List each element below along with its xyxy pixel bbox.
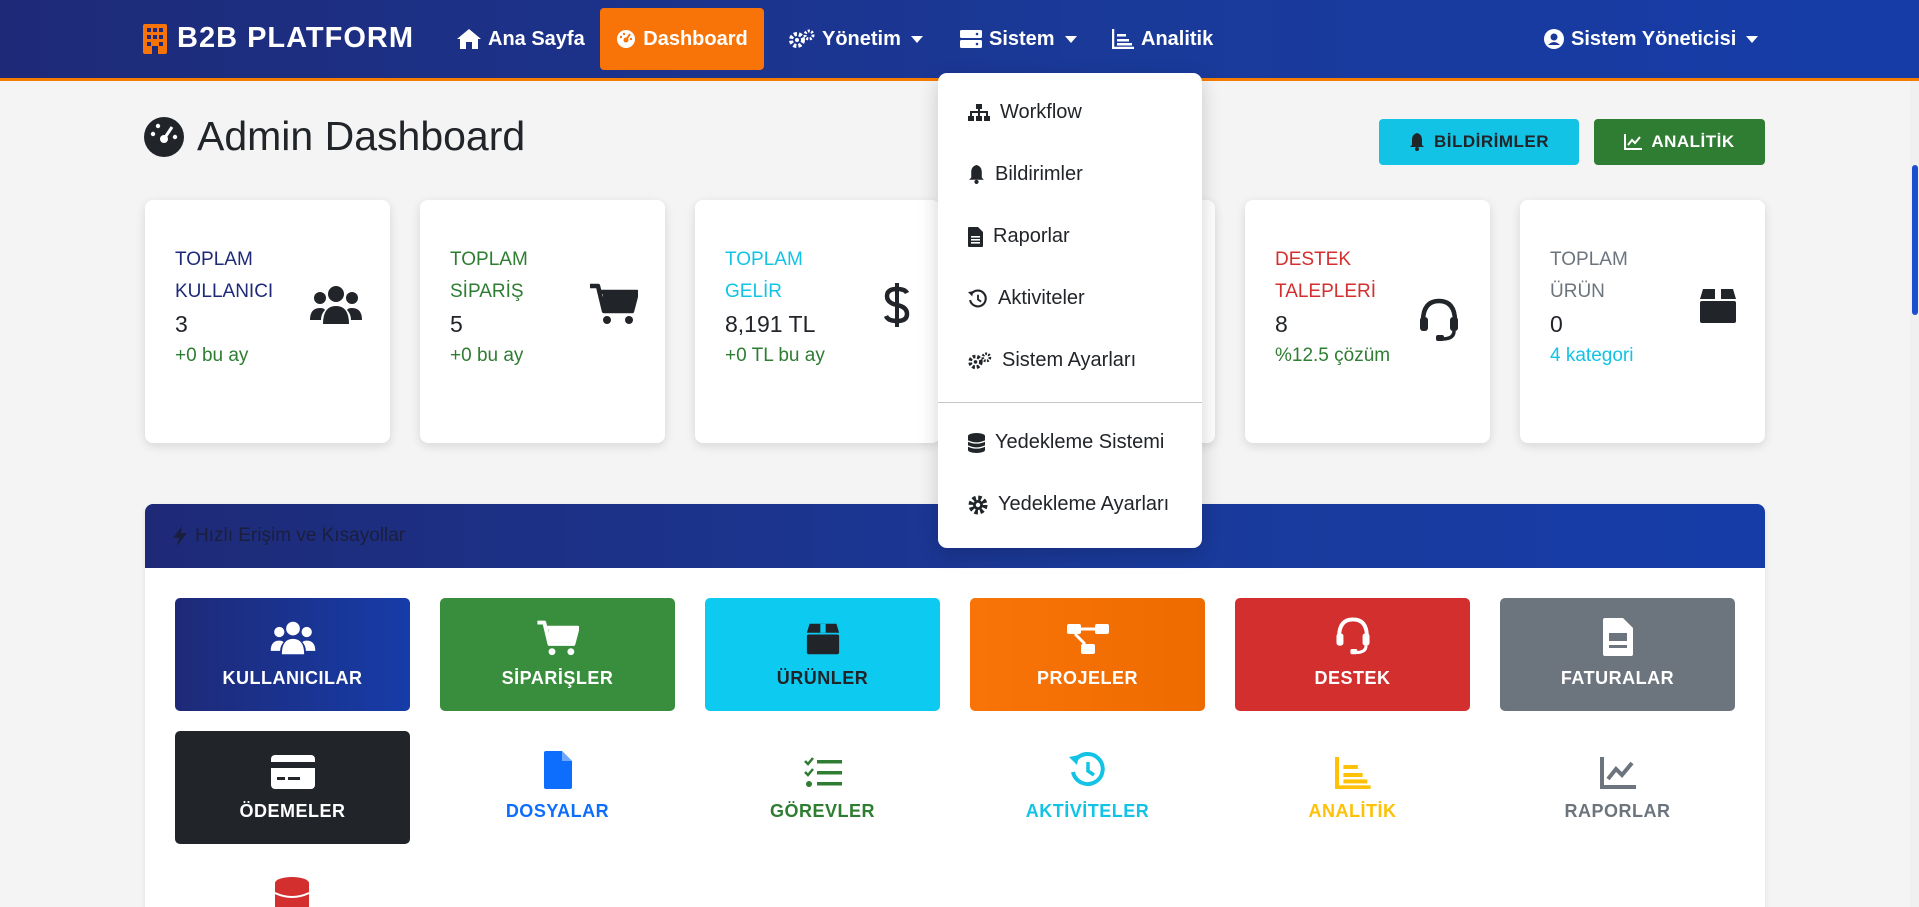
notifications-button[interactable]: BİLDİRİMLER (1379, 119, 1579, 165)
tile-projeler[interactable]: PROJELER (970, 598, 1205, 711)
stat-label: TOPLAM GELİR (725, 249, 803, 302)
bell-icon (1409, 133, 1424, 151)
dollar-icon (883, 283, 910, 327)
history-icon (1068, 752, 1105, 786)
cogs-icon (789, 29, 815, 48)
tile-urunler[interactable]: ÜRÜNLER (705, 598, 940, 711)
stat-sub: %12.5 çözüm (1275, 345, 1391, 366)
analytics-button[interactable]: ANALİTİK (1594, 119, 1765, 165)
chart-bar-icon (1334, 757, 1371, 789)
users-icon (270, 621, 315, 655)
stat-value: 8 (1275, 311, 1288, 337)
top-navbar: B2B PLATFORM Ana Sayfa Dashboard Yönetim… (0, 0, 1919, 81)
project-diagram-icon (1066, 624, 1109, 654)
stat-sub: +0 bu ay (450, 345, 524, 366)
tile-odemeler[interactable]: ÖDEMELER (175, 731, 410, 844)
tile-faturalar[interactable]: FATURALAR (1500, 598, 1735, 711)
tile-kullanicilar[interactable]: KULLANICILAR (175, 598, 410, 711)
chart-line-icon (1599, 757, 1636, 789)
nav-analitik[interactable]: Analitik (1098, 8, 1227, 70)
home-icon (457, 29, 481, 49)
stat-value: 0 (1550, 311, 1563, 337)
credit-card-icon (270, 755, 315, 789)
page-scrollbar[interactable] (1910, 81, 1919, 907)
headset-icon (1420, 298, 1458, 341)
chevron-down-icon (910, 35, 923, 43)
stat-card-revenue: TOPLAM GELİR 8,191 TL +0 TL bu ay (695, 200, 940, 443)
dropdown-item-yedekleme-sistemi[interactable]: Yedekleme Sistemi (968, 431, 1164, 454)
nav-dashboard[interactable]: Dashboard (600, 8, 764, 70)
chart-bar-icon (1112, 29, 1134, 49)
database-icon (968, 432, 985, 453)
chevron-down-icon (1746, 35, 1759, 43)
cogs-icon (968, 351, 992, 369)
invoice-icon (1602, 618, 1633, 656)
stat-sub: +0 bu ay (175, 345, 249, 366)
scrollbar-thumb[interactable] (1912, 165, 1918, 315)
stat-value: 8,191 TL (725, 311, 816, 337)
file-alt-icon (968, 226, 983, 247)
tile-dosyalar[interactable]: DOSYALAR (440, 731, 675, 844)
page-title: Admin Dashboard (143, 113, 525, 160)
stat-card-orders: TOPLAM SİPARİŞ 5 +0 bu ay (420, 200, 665, 443)
quick-access-panel: Hızlı Erişim ve Kısayollar KULLANICILAR … (145, 504, 1765, 907)
tile-raporlar[interactable]: RAPORLAR (1500, 731, 1735, 844)
stat-label: TOPLAM ÜRÜN (1550, 249, 1628, 302)
history-icon (968, 289, 987, 307)
dropdown-item-workflow[interactable]: Workflow (968, 101, 1082, 124)
tasks-icon (803, 757, 842, 787)
tile-analitik[interactable]: ANALİTİK (1235, 731, 1470, 844)
stat-card-products: TOPLAM ÜRÜN 0 4 kategori (1520, 200, 1765, 443)
server-icon (960, 30, 982, 48)
box-icon (806, 623, 839, 655)
cart-icon (536, 620, 579, 656)
building-icon (143, 23, 167, 54)
user-circle-icon (1544, 29, 1564, 49)
cart-icon (590, 283, 638, 324)
stat-card-support: DESTEK TALEPLERİ 8 %12.5 çözüm (1245, 200, 1490, 443)
stat-label: TOPLAM SİPARİŞ (450, 249, 528, 302)
brand-name: B2B PLATFORM (177, 22, 415, 54)
bolt-icon (173, 526, 187, 546)
users-icon (310, 286, 362, 324)
stat-value: 5 (450, 311, 463, 337)
dropdown-divider (938, 402, 1202, 403)
stat-sub: +0 TL bu ay (725, 345, 825, 366)
nav-sistem[interactable]: Sistem (946, 8, 1091, 70)
dropdown-item-yedekleme-ayarlari[interactable]: Yedekleme Ayarları (968, 493, 1169, 516)
sistem-dropdown-menu: Workflow Bildirimler Raporlar Aktivitele… (938, 73, 1202, 548)
database-icon[interactable] (275, 877, 309, 907)
bell-icon (969, 165, 984, 184)
box-icon (1700, 289, 1736, 323)
tachometer-icon (144, 116, 184, 157)
cog-icon (968, 495, 988, 514)
file-icon (543, 751, 572, 789)
dropdown-item-bildirimler[interactable]: Bildirimler (968, 163, 1083, 186)
chart-line-icon (1624, 134, 1643, 150)
tile-siparisler[interactable]: SİPARİŞLER (440, 598, 675, 711)
stat-value: 3 (175, 311, 188, 337)
tile-gorevler[interactable]: GÖREVLER (705, 731, 940, 844)
nav-yonetim[interactable]: Yönetim (775, 8, 937, 70)
tile-aktiviteler[interactable]: AKTİVİTELER (970, 731, 1205, 844)
dashboard-icon (617, 30, 636, 48)
dropdown-item-raporlar[interactable]: Raporlar (968, 225, 1070, 248)
nav-ana-sayfa[interactable]: Ana Sayfa (443, 8, 599, 70)
user-menu[interactable]: Sistem Yöneticisi (1530, 8, 1772, 70)
sitemap-icon (968, 103, 990, 121)
stat-card-users: TOPLAM KULLANICI 3 +0 bu ay (145, 200, 390, 443)
headset-icon (1335, 617, 1370, 655)
stat-label: TOPLAM KULLANICI (175, 249, 274, 302)
tile-destek[interactable]: DESTEK (1235, 598, 1470, 711)
dropdown-item-sistem-ayarlari[interactable]: Sistem Ayarları (968, 349, 1136, 372)
user-name: Sistem Yöneticisi (1571, 27, 1737, 50)
stat-sub: 4 kategori (1550, 345, 1634, 366)
dropdown-item-aktiviteler[interactable]: Aktiviteler (968, 287, 1085, 310)
stat-label: DESTEK TALEPLERİ (1275, 249, 1377, 302)
brand-logo[interactable]: B2B PLATFORM (143, 22, 414, 55)
chevron-down-icon (1064, 35, 1077, 43)
